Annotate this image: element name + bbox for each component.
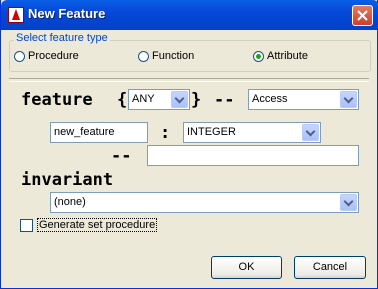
feature-type-group-label: Select feature type	[14, 32, 110, 44]
chevron-down-icon[interactable]	[340, 194, 357, 211]
chevron-down-icon[interactable]	[302, 124, 319, 141]
feature-name-value: new_feature	[54, 126, 115, 138]
export-select-value: ANY	[132, 93, 155, 105]
feature-name-input[interactable]: new_feature	[50, 122, 148, 143]
category-select[interactable]: Access	[248, 89, 359, 110]
invariant-keyword: invariant	[21, 170, 114, 190]
radio-function[interactable]: Function	[138, 50, 194, 62]
feature-keyword: feature	[21, 90, 93, 110]
app-icon	[8, 7, 24, 23]
radio-procedure-label: Procedure	[28, 50, 79, 62]
radio-function-indicator[interactable]	[138, 50, 149, 62]
cancel-button[interactable]: Cancel	[294, 256, 366, 279]
comment-input[interactable]	[147, 145, 359, 166]
type-select-value: INTEGER	[187, 126, 236, 138]
close-brace: }	[191, 90, 202, 110]
radio-attribute-label: Attribute	[267, 50, 308, 62]
radio-attribute[interactable]: Attribute	[253, 50, 308, 62]
invariant-select-value: (none)	[54, 196, 86, 208]
invariant-select[interactable]: (none)	[50, 192, 359, 213]
radio-procedure[interactable]: Procedure	[14, 50, 79, 62]
type-colon: :	[160, 123, 171, 143]
type-select[interactable]: INTEGER	[183, 122, 321, 143]
export-select[interactable]: ANY	[128, 89, 190, 110]
generate-set-procedure-checkbox[interactable]	[20, 219, 33, 232]
close-icon	[357, 10, 368, 21]
chevron-down-icon[interactable]	[171, 91, 188, 108]
radio-function-label: Function	[152, 50, 195, 62]
close-button[interactable]	[352, 5, 373, 26]
radio-procedure-indicator[interactable]	[14, 50, 25, 62]
chevron-down-icon[interactable]	[340, 91, 357, 108]
new-feature-dialog: New Feature Select feature type Procedur…	[0, 0, 378, 289]
comment-dashes: --	[214, 90, 235, 110]
comment-dashes-2: --	[111, 146, 132, 166]
category-select-value: Access	[252, 93, 288, 105]
open-brace: {	[117, 90, 128, 110]
radio-attribute-indicator[interactable]	[253, 50, 264, 62]
generate-set-procedure-label[interactable]: Generate set procedure	[37, 218, 158, 232]
title-bar[interactable]: New Feature	[1, 0, 378, 30]
ok-button[interactable]: OK	[211, 256, 282, 279]
window-title: New Feature	[28, 6, 106, 21]
separator	[9, 78, 369, 82]
